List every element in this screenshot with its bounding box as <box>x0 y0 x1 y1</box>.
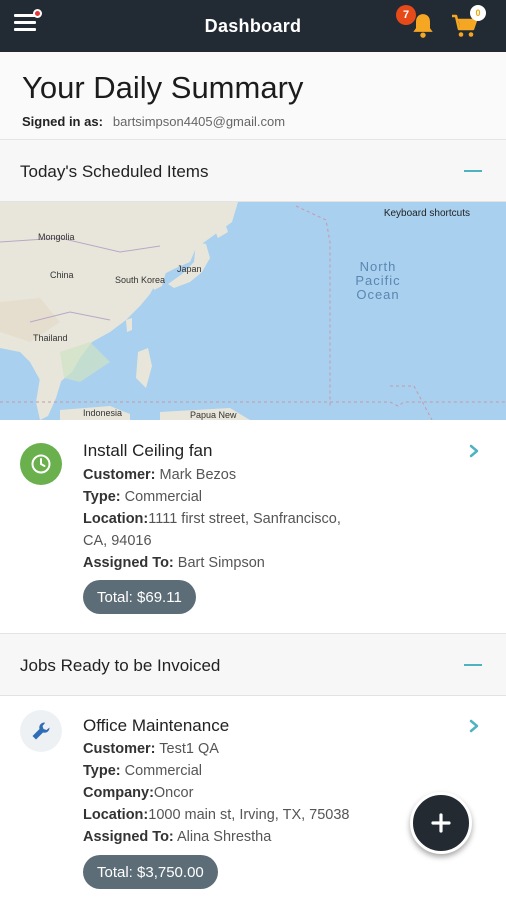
job-type: Type: Commercial <box>83 486 202 508</box>
customer-value: Mark Bezos <box>159 467 237 483</box>
invoice-location: Location:1000 main st, Irving, TX, 75038 <box>83 804 350 826</box>
collapse-invoice-icon[interactable] <box>464 664 482 666</box>
invoice-section-header[interactable]: Jobs Ready to be Invoiced <box>0 634 506 696</box>
schedule-map[interactable]: Keyboard shortcuts North Pacific Ocean M… <box>0 202 506 420</box>
map-label-mongolia: Mongolia <box>38 232 75 242</box>
map-label-japan: Japan <box>177 264 202 274</box>
job-location: Location:1111 first street, Sanfrancisco… <box>83 508 341 530</box>
notification-count-badge: 7 <box>396 5 416 25</box>
customer-label: Customer: <box>83 741 156 757</box>
add-fab-button[interactable] <box>410 792 472 854</box>
scheduled-items-heading: Today's Scheduled Items <box>20 162 209 181</box>
invoice-job-title: Office Maintenance <box>83 716 230 735</box>
location-value: 1111 first street, Sanfrancisco, <box>148 511 341 527</box>
assigned-value: Bart Simpson <box>177 555 265 571</box>
invoice-customer: Customer: Test1 QA <box>83 738 219 760</box>
signed-in-label: Signed in as: <box>22 114 103 129</box>
customer-value: Test1 QA <box>159 741 219 757</box>
invoice-assigned: Assigned To: Alina Shrestha <box>83 826 271 848</box>
job-location-line2: CA, 94016 <box>83 533 152 549</box>
location-label: Location: <box>83 511 149 527</box>
scheduled-items-section-header[interactable]: Today's Scheduled Items <box>0 140 506 202</box>
map-ocean-label: North Pacific Ocean <box>355 259 401 302</box>
collapse-scheduled-icon[interactable] <box>464 170 482 172</box>
scheduled-job-card[interactable]: Install Ceiling fan Customer: Mark Bezos… <box>0 420 506 634</box>
job-title: Install Ceiling fan <box>83 441 213 460</box>
assigned-label: Assigned To: <box>83 555 174 571</box>
keyboard-shortcuts-link[interactable]: Keyboard shortcuts <box>384 208 470 219</box>
chevron-right-icon[interactable] <box>468 719 480 733</box>
summary-heading: Your Daily Summary <box>22 70 304 105</box>
chevron-right-icon[interactable] <box>468 444 480 458</box>
map-label-papua-new: Papua New <box>190 410 237 420</box>
map-label-china: China <box>50 270 74 280</box>
map-label-thailand: Thailand <box>33 333 68 343</box>
invoice-heading: Jobs Ready to be Invoiced <box>20 656 221 675</box>
company-label: Company: <box>83 785 154 801</box>
map-label-indonesia: Indonesia <box>83 408 123 418</box>
job-customer: Customer: Mark Bezos <box>83 464 236 486</box>
location-value: 1000 main st, Irving, TX, 75038 <box>148 807 350 823</box>
plus-icon <box>431 813 451 833</box>
assigned-label: Assigned To: <box>83 829 174 845</box>
invoice-total-pill[interactable]: Total: $3,750.00 <box>83 855 218 889</box>
cart-count-badge: 0 <box>470 5 486 21</box>
company-value: Oncor <box>153 785 194 801</box>
top-app-bar: Dashboard 7 0 <box>0 0 506 52</box>
job-assigned: Assigned To: Bart Simpson <box>83 552 265 574</box>
wrench-icon <box>20 710 62 752</box>
clock-icon <box>20 443 62 485</box>
map-graphic <box>0 202 506 420</box>
job-total-pill[interactable]: Total: $69.11 <box>83 580 196 614</box>
assigned-value: Alina Shrestha <box>177 829 272 845</box>
type-label: Type: <box>83 489 121 505</box>
type-value: Commercial <box>124 489 202 505</box>
daily-summary-header: Your Daily Summary Signed in as: bartsimp… <box>0 52 506 140</box>
map-label-south-korea: South Korea <box>115 275 166 285</box>
type-label: Type: <box>83 763 121 779</box>
location-label: Location: <box>83 807 149 823</box>
user-email: bartsimpson4405@gmail.com <box>112 114 286 129</box>
customer-label: Customer: <box>83 467 156 483</box>
invoice-type: Type: Commercial <box>83 760 202 782</box>
signed-in-info: Signed in as: bartsimpson4405@gmail.com <box>22 114 285 129</box>
invoice-company: Company:Oncor <box>83 782 193 804</box>
type-value: Commercial <box>124 763 202 779</box>
